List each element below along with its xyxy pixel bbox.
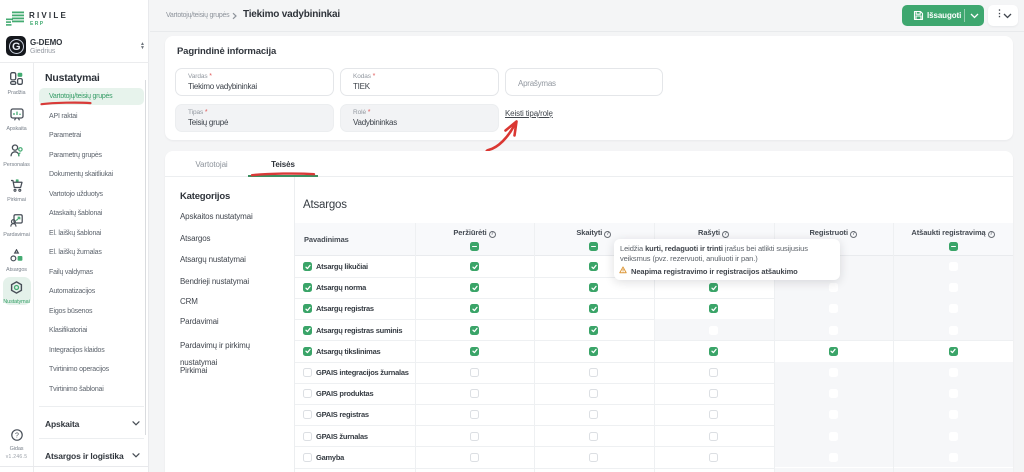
svg-text:?: ?: [15, 432, 19, 439]
